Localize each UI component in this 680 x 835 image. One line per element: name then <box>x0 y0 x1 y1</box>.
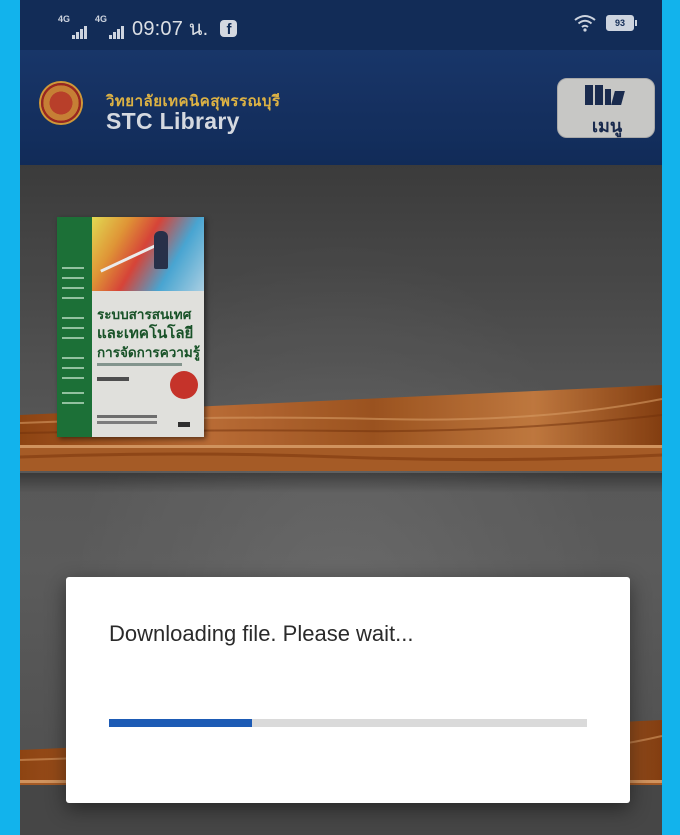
download-message: Downloading file. Please wait... <box>109 621 414 646</box>
download-progress-bar <box>109 719 587 727</box>
download-progress-fill <box>109 719 253 727</box>
download-dialog: Downloading file. Please wait... <box>66 577 630 803</box>
phone-screen: 4G 4G 09:07 น. f 93 วิทยาลัยเทคนิคสุพรรณ… <box>20 0 662 835</box>
